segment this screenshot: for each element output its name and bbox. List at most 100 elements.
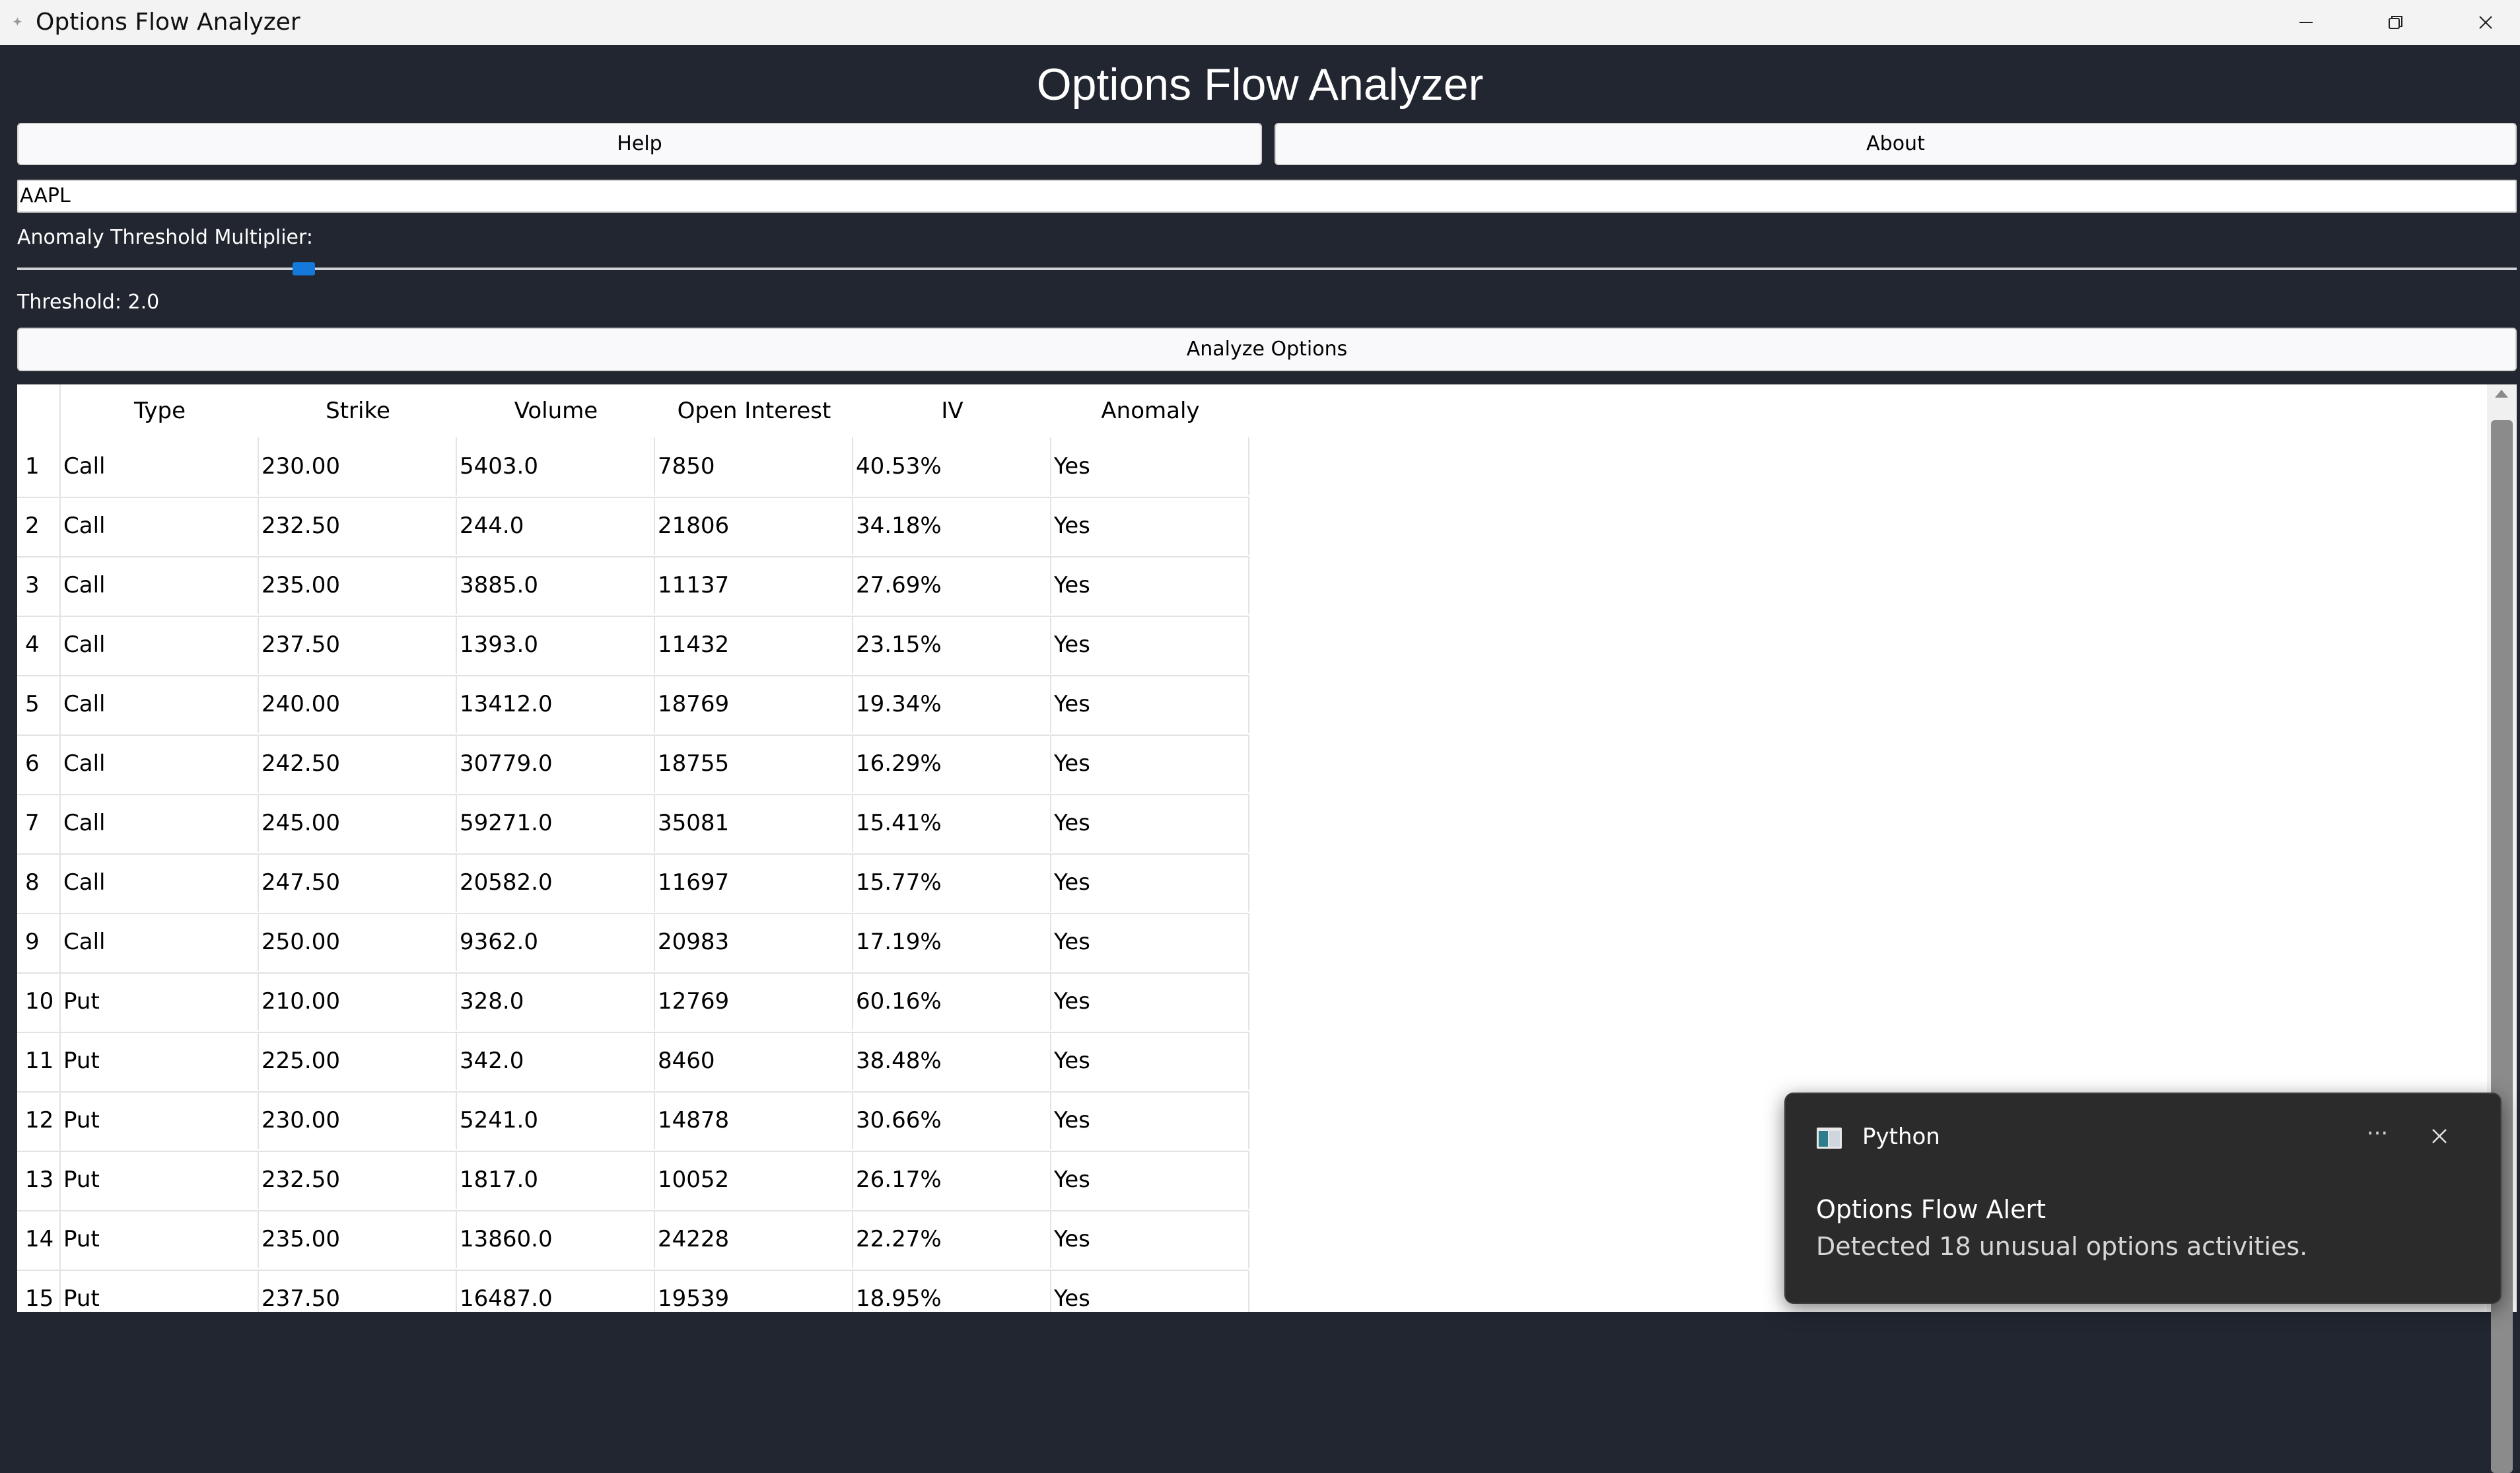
feather-icon: ✦	[12, 14, 23, 30]
cell-anomaly: Yes	[1051, 1270, 1249, 1312]
row-index: 14	[17, 1210, 61, 1268]
maximize-button[interactable]	[2351, 0, 2441, 45]
cell-type: Call	[61, 735, 259, 793]
cell-type: Put	[61, 1151, 259, 1209]
cell-anomaly: Yes	[1051, 972, 1249, 1030]
cell-open-interest: 24228	[655, 1210, 853, 1268]
cell-open-interest: 12769	[655, 972, 853, 1030]
cell-anomaly: Yes	[1051, 675, 1249, 733]
row-index: 12	[17, 1091, 61, 1149]
cell-strike: 237.50	[259, 616, 457, 674]
cell-type: Put	[61, 1032, 259, 1090]
table-row[interactable]: 13 Put 232.50 1817.0 10052 26.17% Yes	[17, 1151, 1249, 1211]
cell-volume: 13860.0	[457, 1210, 655, 1268]
cell-type: Call	[61, 913, 259, 971]
ticker-input[interactable]: AAPL	[17, 180, 2517, 213]
notification-title: Options Flow Alert	[1816, 1195, 2046, 1224]
cell-strike: 250.00	[259, 913, 457, 971]
table-row[interactable]: 14 Put 235.00 13860.0 24228 22.27% Yes	[17, 1210, 1249, 1271]
cell-anomaly: Yes	[1051, 1210, 1249, 1268]
cell-iv: 15.77%	[853, 853, 1051, 912]
scroll-up-arrow-icon[interactable]	[2495, 390, 2508, 398]
minimize-icon	[2299, 22, 2313, 23]
table-row[interactable]: 9 Call 250.00 9362.0 20983 17.19% Yes	[17, 913, 1249, 974]
cell-open-interest: 11697	[655, 853, 853, 912]
cell-anomaly: Yes	[1051, 1032, 1249, 1090]
threshold-slider-track[interactable]	[17, 268, 2517, 270]
notification-close-button[interactable]	[2421, 1118, 2458, 1155]
table-row[interactable]: 5 Call 240.00 13412.0 18769 19.34% Yes	[17, 675, 1249, 736]
cell-type: Put	[61, 972, 259, 1030]
cell-iv: 19.34%	[853, 675, 1051, 733]
restore-icon	[2389, 16, 2402, 29]
cell-strike: 235.00	[259, 1210, 457, 1268]
table-row[interactable]: 15 Put 237.50 16487.0 19539 18.95% Yes	[17, 1270, 1249, 1312]
cell-strike: 247.50	[259, 853, 457, 912]
cell-iv: 17.19%	[853, 913, 1051, 971]
cell-open-interest: 8460	[655, 1032, 853, 1090]
cell-anomaly: Yes	[1051, 497, 1249, 555]
threshold-label: Anomaly Threshold Multiplier:	[17, 226, 313, 249]
window-title: Options Flow Analyzer	[36, 9, 300, 36]
about-button[interactable]: About	[1275, 123, 2517, 165]
notification-app-name: Python	[1862, 1124, 1940, 1150]
cell-volume: 342.0	[457, 1032, 655, 1090]
cell-anomaly: Yes	[1051, 913, 1249, 971]
cell-volume: 30779.0	[457, 735, 655, 793]
cell-volume: 59271.0	[457, 794, 655, 852]
column-header-volume[interactable]: Volume	[457, 384, 655, 437]
cell-open-interest: 20983	[655, 913, 853, 971]
cell-open-interest: 21806	[655, 497, 853, 555]
cell-strike: 230.00	[259, 437, 457, 495]
more-icon[interactable]: ···	[2358, 1115, 2397, 1155]
table-row[interactable]: 8 Call 247.50 20582.0 11697 15.77% Yes	[17, 853, 1249, 914]
cell-type: Call	[61, 437, 259, 495]
table-row[interactable]: 10 Put 210.00 328.0 12769 60.16% Yes	[17, 972, 1249, 1033]
table-row[interactable]: 12 Put 230.00 5241.0 14878 30.66% Yes	[17, 1091, 1249, 1152]
column-header-anomaly[interactable]: Anomaly	[1051, 384, 1249, 437]
table-row[interactable]: 4 Call 237.50 1393.0 11432 23.15% Yes	[17, 616, 1249, 676]
close-button[interactable]	[2441, 0, 2520, 45]
help-button[interactable]: Help	[17, 123, 1262, 165]
table-row[interactable]: 6 Call 242.50 30779.0 18755 16.29% Yes	[17, 735, 1249, 795]
cell-open-interest: 11432	[655, 616, 853, 674]
cell-type: Call	[61, 616, 259, 674]
column-header-open-interest[interactable]: Open Interest	[655, 384, 853, 437]
row-index: 3	[17, 556, 61, 614]
cell-iv: 15.41%	[853, 794, 1051, 852]
cell-iv: 40.53%	[853, 437, 1051, 495]
cell-open-interest: 18755	[655, 735, 853, 793]
row-index: 6	[17, 735, 61, 793]
cell-open-interest: 10052	[655, 1151, 853, 1209]
threshold-slider-handle[interactable]	[293, 262, 315, 275]
row-index: 7	[17, 794, 61, 852]
cell-anomaly: Yes	[1051, 1091, 1249, 1149]
close-icon	[2479, 16, 2492, 29]
cell-strike: 210.00	[259, 972, 457, 1030]
cell-iv: 34.18%	[853, 497, 1051, 555]
table-row[interactable]: 3 Call 235.00 3885.0 11137 27.69% Yes	[17, 556, 1249, 617]
analyze-options-button[interactable]: Analyze Options	[17, 328, 2517, 371]
table-row[interactable]: 2 Call 232.50 244.0 21806 34.18% Yes	[17, 497, 1249, 557]
close-icon	[2432, 1129, 2447, 1143]
cell-anomaly: Yes	[1051, 437, 1249, 495]
scrollbar-thumb[interactable]	[2491, 420, 2513, 1473]
row-index: 15	[17, 1270, 61, 1312]
column-header-iv[interactable]: IV	[853, 384, 1051, 437]
cell-strike: 237.50	[259, 1270, 457, 1312]
cell-volume: 1817.0	[457, 1151, 655, 1209]
minimize-button[interactable]	[2261, 0, 2351, 45]
cell-type: Put	[61, 1091, 259, 1149]
row-index: 9	[17, 913, 61, 971]
cell-anomaly: Yes	[1051, 794, 1249, 852]
table-row[interactable]: 11 Put 225.00 342.0 8460 38.48% Yes	[17, 1032, 1249, 1093]
column-header-type[interactable]: Type	[61, 384, 259, 437]
cell-type: Call	[61, 853, 259, 912]
table-row[interactable]: 1 Call 230.00 5403.0 7850 40.53% Yes	[17, 437, 1249, 498]
cell-iv: 27.69%	[853, 556, 1051, 614]
table-row[interactable]: 7 Call 245.00 59271.0 35081 15.41% Yes	[17, 794, 1249, 855]
notification-toast[interactable]: Python ··· Options Flow Alert Detected 1…	[1784, 1093, 2502, 1304]
column-header-strike[interactable]: Strike	[259, 384, 457, 437]
row-index: 13	[17, 1151, 61, 1209]
row-index: 11	[17, 1032, 61, 1090]
